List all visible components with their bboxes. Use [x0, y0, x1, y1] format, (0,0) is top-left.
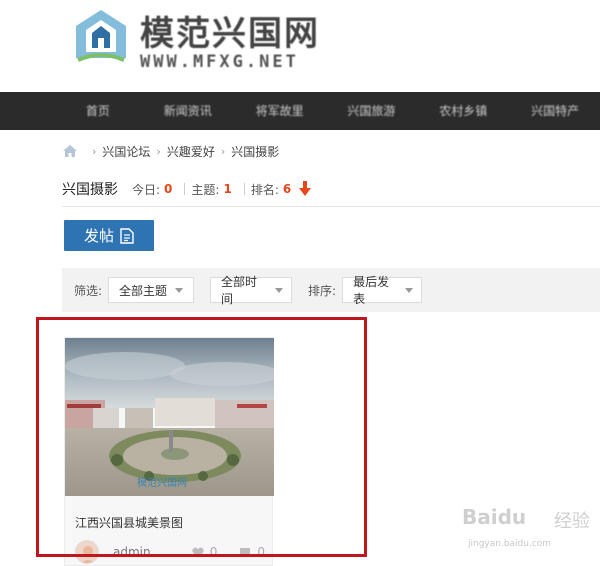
- nav-item-home[interactable]: 首页: [55, 92, 141, 130]
- highlight-box: [36, 317, 367, 557]
- breadcrumb: › 兴国论坛 › 兴趣爱好 › 兴国摄影: [62, 140, 279, 162]
- watermark-brand: Baidu: [462, 505, 527, 529]
- baidu-watermark: Baidu 经验 jingyan.baidu.com: [462, 505, 600, 555]
- stat-divider: [184, 183, 186, 195]
- site-header: 模范兴国网 WWW.MFXG.NET: [0, 0, 600, 92]
- today-label: 今日:: [132, 182, 161, 197]
- today-count: 0: [164, 182, 173, 196]
- breadcrumb-separator: ›: [156, 144, 161, 158]
- breadcrumb-hobbies[interactable]: 兴趣爱好: [167, 143, 215, 160]
- forum-header: 兴国摄影 今日: 0 主题: 1 排名: 6: [62, 176, 312, 202]
- nav-item-villages[interactable]: 农村乡镇: [418, 92, 508, 130]
- breadcrumb-forum[interactable]: 兴国论坛: [102, 143, 150, 160]
- time-filter-value: 全部时间: [221, 275, 258, 306]
- home-icon[interactable]: [62, 144, 78, 158]
- forum-title: 兴国摄影: [62, 182, 118, 198]
- new-post-button-label: 发帖: [83, 227, 114, 245]
- nav-item-specialties[interactable]: 兴国特产: [510, 92, 600, 130]
- topic-filter-value: 全部主题: [119, 283, 168, 298]
- watermark-url: jingyan.baidu.com: [468, 539, 552, 549]
- new-post-button[interactable]: 发帖: [64, 220, 154, 251]
- main-nav: 首页 新闻资讯 将军故里 兴国旅游 农村乡镇 兴国特产: [0, 92, 600, 130]
- watermark-brand-cn: 经验: [554, 511, 590, 532]
- rank-down-arrow-icon: [299, 181, 312, 196]
- sort-value: 最后发表: [353, 275, 390, 306]
- filter-label: 筛选:: [74, 283, 103, 298]
- chevron-down-icon: [175, 287, 184, 293]
- topics-count: 1: [223, 182, 232, 196]
- document-icon: [120, 227, 134, 244]
- rank-value: 6: [282, 182, 292, 196]
- nav-item-news[interactable]: 新闻资讯: [143, 92, 233, 130]
- header-divider: [62, 206, 600, 207]
- nav-item-tourism[interactable]: 兴国旅游: [327, 92, 417, 130]
- sort-select[interactable]: 最后发表: [342, 275, 423, 306]
- rank-label: 排名:: [250, 182, 279, 197]
- topics-label: 主题:: [191, 182, 220, 197]
- logo-icon[interactable]: [72, 6, 130, 64]
- chevron-down-icon: [405, 287, 414, 293]
- site-url: WWW.MFXG.NET: [140, 52, 299, 72]
- sort-label: 排序:: [308, 283, 337, 298]
- nav-item-general-hometown[interactable]: 将军故里: [235, 92, 325, 130]
- chevron-down-icon: [275, 287, 284, 293]
- stat-divider: [243, 183, 245, 195]
- breadcrumb-separator: ›: [92, 144, 97, 158]
- breadcrumb-separator: ›: [220, 144, 226, 158]
- breadcrumb-photography[interactable]: 兴国摄影: [231, 143, 279, 160]
- filter-bar: 筛选: 全部主题 全部时间 排序: 最后发表: [62, 268, 600, 312]
- topic-filter-select[interactable]: 全部主题: [108, 277, 195, 303]
- site-name: 模范兴国网: [140, 14, 320, 54]
- time-filter-select[interactable]: 全部时间: [210, 275, 293, 306]
